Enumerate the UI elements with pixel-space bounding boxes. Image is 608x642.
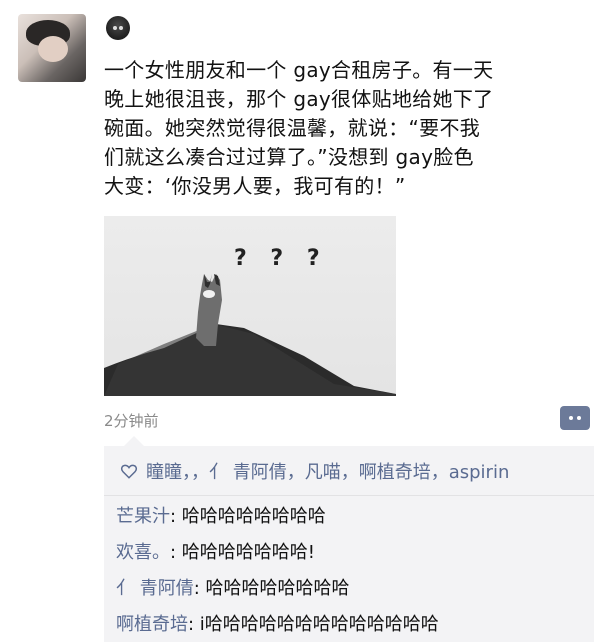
comment-item: 啊植奇培: i哈哈哈哈哈哈哈哈哈哈哈哈哈 — [116, 610, 439, 636]
post-text-line: 大变：‘你没男人要，我可有的！” — [104, 174, 406, 198]
interactions-panel: 瞳瞳，，亻 青阿倩，凡喵，啊植奇培，aspirin 芒果汁: 哈哈哈哈哈哈哈哈 … — [104, 436, 594, 642]
comment-author[interactable]: 啊植奇培 — [116, 614, 188, 635]
post-text-line: 一个女性朋友和一个 gay合租房子。有一天 — [104, 58, 494, 82]
timestamp: 2分钟前 — [104, 412, 159, 430]
post-text-line: 们就这么凑合过过算了。”没想到 gay脸色 — [104, 145, 474, 169]
comment-text: i哈哈哈哈哈哈哈哈哈哈哈哈哈 — [199, 614, 439, 635]
post-text-line: 晚上她很沮丧，那个 gay很体贴地给她下了 — [104, 87, 494, 111]
comment-text: 哈哈哈哈哈哈哈哈 — [181, 506, 326, 527]
avatar-face — [38, 36, 68, 62]
comment-item: 芒果汁: 哈哈哈哈哈哈哈哈 — [116, 502, 326, 528]
likes-names[interactable]: 瞳瞳，，亻 青阿倩，凡喵，啊植奇培，aspirin — [146, 458, 509, 484]
comment-item: 亻 青阿倩: 哈哈哈哈哈哈哈哈 — [116, 574, 350, 600]
post-image[interactable]: ? ? ? — [104, 216, 396, 396]
comment-button[interactable] — [560, 406, 590, 430]
dog-on-roof-illustration — [104, 274, 396, 396]
likes-row: 瞳瞳，，亻 青阿倩，凡喵，啊植奇培，aspirin — [104, 446, 594, 496]
eye-left — [113, 26, 117, 30]
comment-text: 哈哈哈哈哈哈哈! — [181, 542, 316, 563]
comment-author[interactable]: 芒果汁 — [116, 506, 170, 527]
comment-separator: : — [170, 542, 182, 563]
comment-item: 欢喜。: 哈哈哈哈哈哈哈! — [116, 538, 315, 564]
comment-text: 哈哈哈哈哈哈哈哈 — [205, 578, 350, 599]
comment-author[interactable]: 亻 青阿倩 — [116, 578, 194, 599]
user-badge-icon[interactable] — [106, 16, 130, 40]
comment-author[interactable]: 欢喜。 — [116, 542, 170, 563]
eye-right — [119, 26, 123, 30]
heart-outline-icon — [120, 464, 138, 479]
post-text: 一个女性朋友和一个 gay合租房子。有一天 晚上她很沮丧，那个 gay很体贴地给… — [104, 56, 584, 201]
comment-separator: : — [193, 578, 206, 599]
comment-dots-icon — [577, 416, 581, 420]
comment-dots-icon — [569, 416, 573, 420]
comment-separator: : — [170, 506, 182, 527]
post-text-line: 碗面。她突然觉得很温馨，就说：“要不我 — [104, 116, 481, 140]
avatar[interactable] — [18, 14, 86, 82]
comment-separator: : — [188, 614, 200, 635]
